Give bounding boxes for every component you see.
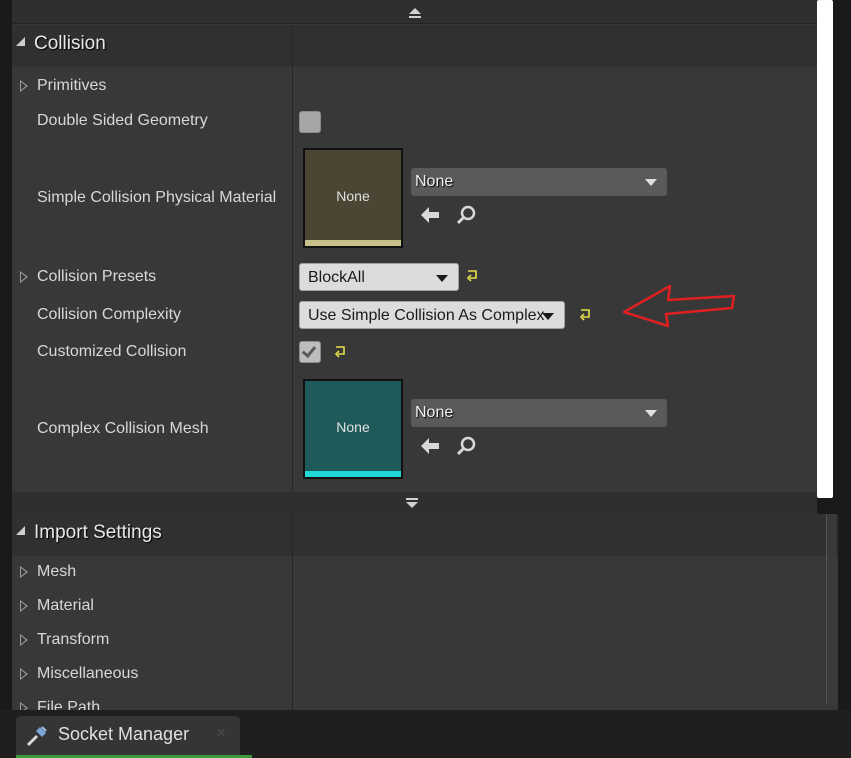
chevron-down-icon [436,275,448,282]
expand-triangle-icon[interactable] [20,600,28,612]
close-icon[interactable]: ✕ [216,726,226,740]
collision-panel: Collision Primitives Double Sided Geomet… [12,0,817,492]
asset-type-stripe [305,471,401,477]
double-sided-geometry-checkbox[interactable] [299,111,321,133]
dropdown-value: BlockAll [308,269,365,286]
scroll-down-bar[interactable] [12,492,817,514]
section-title: Import Settings [34,522,162,543]
dropdown-value: Use Simple Collision As Complex [308,307,545,324]
browse-search-icon[interactable] [455,435,477,457]
chevron-down-icon [645,410,657,417]
complex-collision-mesh-label: Complex Collision Mesh [37,420,209,437]
simple-collision-physical-material-label: Simple Collision Physical Material [37,189,277,206]
chevron-down-icon [542,313,554,320]
complex-mesh-thumbnail[interactable]: None [303,379,403,479]
dropdown-value: None [415,404,454,421]
reset-to-default-icon[interactable] [578,307,592,321]
socket-icon [24,723,50,754]
annotation-arrow-icon [622,284,736,328]
collapse-triangle-icon [16,37,25,46]
expand-triangle-icon[interactable] [20,634,28,646]
collision-complexity-label: Collision Complexity [37,306,182,323]
reset-to-default-icon[interactable] [465,268,479,282]
collision-presets-dropdown[interactable]: BlockAll [299,263,459,291]
expand-triangle-icon[interactable] [20,668,28,680]
scrollbar-thumb[interactable] [817,0,833,498]
expand-triangle-icon[interactable] [20,566,28,578]
chevron-down-icon [405,496,419,514]
left-edge [0,0,12,710]
use-selected-arrow-icon[interactable] [419,204,441,226]
chevron-up-icon [408,7,422,22]
chevron-down-icon [645,179,657,186]
tab-title: Socket Manager [58,724,190,744]
import-item-miscellaneous[interactable]: Miscellaneous [37,665,138,683]
physical-material-thumbnail[interactable]: None [303,148,403,248]
column-divider[interactable] [292,514,293,710]
import-item-transform[interactable]: Transform [37,631,109,649]
import-item-mesh[interactable]: Mesh [37,563,76,581]
customized-collision-label: Customized Collision [37,343,187,360]
checkmark-icon [301,342,317,359]
expand-triangle-icon[interactable] [20,271,28,283]
import-item-material[interactable]: Material [37,597,94,615]
dropdown-value: None [415,173,454,190]
collision-presets-label: Collision Presets [37,268,157,285]
section-title: Collision [34,33,106,54]
import-settings-section-header[interactable]: Import Settings [12,514,838,556]
collision-complexity-dropdown[interactable]: Use Simple Collision As Complex [299,301,565,329]
customized-collision-checkbox[interactable] [299,341,321,363]
scroll-up-bar[interactable] [12,0,817,24]
primitives-label: Primitives [37,77,107,94]
details-window: Collision Primitives Double Sided Geomet… [0,0,851,758]
column-divider[interactable] [292,25,293,492]
physical-material-dropdown[interactable]: None [411,168,667,196]
import-settings-panel: Import Settings Mesh Material Transform … [12,514,838,716]
complex-mesh-dropdown[interactable]: None [411,399,667,427]
asset-type-stripe [305,240,401,246]
thumbnail-label: None [336,419,370,435]
collision-section-header[interactable]: Collision [12,25,817,67]
expand-triangle-icon[interactable] [20,80,28,92]
browse-search-icon[interactable] [455,204,477,226]
use-selected-arrow-icon[interactable] [419,435,441,457]
import-settings-scrollbar[interactable] [826,514,836,704]
double-sided-geometry-label: Double Sided Geometry [37,112,208,129]
tab-socket-manager[interactable]: Socket Manager ✕ [16,716,240,758]
thumbnail-label: None [336,188,370,204]
reset-to-default-icon[interactable] [333,344,347,358]
collapse-triangle-icon [16,526,25,535]
